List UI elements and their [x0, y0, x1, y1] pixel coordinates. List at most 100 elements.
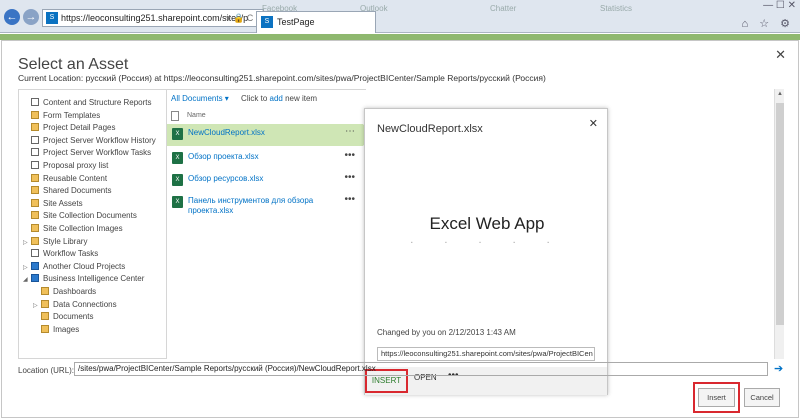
- tree-item-label: Site Collection Images: [43, 224, 123, 233]
- tree-item-label: Project Detail Pages: [43, 123, 116, 133]
- excel-file-icon: X: [172, 152, 183, 164]
- sharepoint-icon: S: [46, 12, 58, 24]
- expand-icon[interactable]: ◢: [23, 274, 31, 286]
- ghost-tab[interactable]: Chatter: [490, 2, 516, 16]
- tree-item[interactable]: Project Server Workflow History: [23, 135, 156, 147]
- list-icon: [31, 98, 39, 106]
- callout-title: NewCloudReport.xlsx: [377, 123, 483, 135]
- cancel-button[interactable]: Cancel: [744, 388, 780, 407]
- file-menu-icon[interactable]: •••: [344, 172, 355, 183]
- tree-item-label: Shared Documents: [43, 186, 112, 196]
- tree-item-label: Dashboards: [53, 287, 97, 296]
- file-list: All Documents ▾ Click to add new item Na…: [166, 89, 372, 359]
- scrollbar-thumb[interactable]: [776, 103, 784, 325]
- file-row[interactable]: X Обзор ресурсов.xlsx •••: [167, 170, 363, 192]
- tree-item[interactable]: Site Collection Documents: [23, 210, 137, 222]
- file-menu-icon[interactable]: ⋯: [345, 126, 355, 137]
- tree-item-label: Workflow Tasks: [43, 249, 99, 259]
- browser-toolbar-icons[interactable]: ⌂ ☆ ⚙: [742, 17, 794, 30]
- tree-item[interactable]: Site Collection Images: [23, 223, 123, 235]
- library-icon: [41, 299, 49, 308]
- ghost-tab[interactable]: Statistics: [600, 2, 632, 16]
- add-item-prefix: Click to: [241, 94, 270, 103]
- callout-url-field[interactable]: https://leoconsulting251.sharepoint.com/…: [377, 347, 595, 361]
- file-name-link[interactable]: Обзор проекта.xlsx: [188, 152, 328, 162]
- expand-icon[interactable]: ▷: [33, 300, 41, 312]
- select-asset-dialog: Select an Asset ✕ Current Location: русс…: [1, 40, 799, 418]
- close-icon[interactable]: ✕: [589, 117, 598, 130]
- library-icon: [41, 312, 49, 321]
- dialog-title: Select an Asset: [18, 56, 129, 73]
- close-icon[interactable]: ✕: [775, 47, 786, 63]
- expand-icon[interactable]: ▷: [23, 237, 31, 249]
- tree-item[interactable]: ▷ Another Cloud Projects: [23, 261, 125, 273]
- callout-changed-info: Changed by you on 2/12/2013 1:43 AM: [377, 328, 516, 337]
- tree-item[interactable]: ▷ Style Library: [23, 236, 87, 248]
- forward-button[interactable]: →: [23, 9, 39, 25]
- tab-testpage[interactable]: S TestPage: [256, 11, 376, 33]
- file-name-link[interactable]: NewCloudReport.xlsx: [188, 128, 328, 138]
- file-name-link[interactable]: Обзор ресурсов.xlsx: [188, 174, 328, 184]
- file-menu-icon[interactable]: •••: [344, 194, 355, 205]
- tree-item-label: Site Collection Documents: [43, 211, 137, 221]
- back-button[interactable]: ←: [4, 9, 20, 25]
- location-url-input[interactable]: /sites/pwa/ProjectBICenter/Sample Report…: [74, 362, 768, 376]
- tree-item[interactable]: Content and Structure Reports: [23, 97, 152, 109]
- tree-item-label: Business Intelligence Center: [43, 274, 145, 284]
- file-name-link[interactable]: Панель инструментов для обзора проекта.x…: [188, 196, 328, 216]
- site-tree: Content and Structure Reports Form Templa…: [18, 89, 166, 359]
- library-icon: [41, 287, 49, 295]
- address-bar[interactable]: S https://leoconsulting251.sharepoint.co…: [42, 9, 264, 27]
- library-icon: [31, 123, 39, 132]
- column-name-header[interactable]: Name: [187, 112, 206, 119]
- file-menu-icon[interactable]: •••: [344, 150, 355, 161]
- tree-item[interactable]: Dashboards: [33, 286, 96, 298]
- go-arrow-icon[interactable]: ➔: [774, 362, 783, 375]
- window-controls[interactable]: — ☐ ✕: [763, 0, 796, 11]
- insert-button[interactable]: Insert: [698, 388, 735, 407]
- file-type-column-icon: [171, 111, 179, 121]
- excel-file-icon: X: [172, 196, 183, 208]
- location-label: Location (URL):: [18, 366, 75, 375]
- library-icon: [41, 324, 49, 333]
- tree-item[interactable]: ◢ Business Intelligence Center: [23, 273, 144, 285]
- tree-item-label: Proposal proxy list: [43, 161, 109, 170]
- tree-item[interactable]: Form Templates: [23, 110, 100, 122]
- add-item-link[interactable]: add: [270, 94, 283, 103]
- tree-item[interactable]: Project Server Workflow Tasks: [23, 147, 151, 159]
- tree-item[interactable]: Reusable Content: [23, 173, 107, 185]
- excel-file-icon: X: [172, 174, 183, 186]
- tree-item[interactable]: Workflow Tasks: [23, 248, 98, 260]
- sharepoint-icon: S: [261, 16, 273, 28]
- library-icon: [31, 198, 39, 207]
- tree-item-label: Style Library: [43, 236, 88, 246]
- view-selector[interactable]: All Documents ▾: [171, 94, 229, 103]
- library-icon: [31, 211, 39, 220]
- site-icon: [31, 274, 39, 283]
- vertical-scrollbar[interactable]: ▲: [774, 89, 784, 359]
- tree-item-label: Project Server Workflow Tasks: [43, 148, 152, 158]
- site-icon: [31, 261, 39, 270]
- tree-item[interactable]: Documents: [33, 311, 93, 323]
- tree-item[interactable]: Shared Documents: [23, 185, 111, 197]
- library-icon: [31, 236, 39, 245]
- file-row[interactable]: X Обзор проекта.xlsx •••: [167, 148, 363, 170]
- file-callout: NewCloudReport.xlsx ✕ Excel Web App . . …: [364, 108, 608, 395]
- browser-chrome: ← → S https://leoconsulting251.sharepoin…: [0, 0, 800, 33]
- library-icon: [31, 110, 39, 119]
- file-row[interactable]: X Панель инструментов для обзора проекта.…: [167, 192, 363, 218]
- file-list-header: All Documents ▾ Click to add new item: [171, 94, 317, 103]
- scroll-up-icon[interactable]: ▲: [775, 91, 785, 101]
- expand-icon[interactable]: ▷: [23, 262, 31, 274]
- file-row[interactable]: X NewCloudReport.xlsx ⋯: [167, 124, 372, 146]
- list-icon: [31, 135, 39, 144]
- tree-item-label: Form Templates: [43, 110, 101, 120]
- tree-item[interactable]: Site Assets: [23, 198, 83, 210]
- tree-item-label: Reusable Content: [43, 173, 108, 183]
- tree-item[interactable]: Project Detail Pages: [23, 122, 115, 134]
- tree-item[interactable]: Images: [33, 324, 79, 336]
- tree-item-label: Another Cloud Projects: [43, 261, 126, 271]
- excel-file-icon: X: [172, 128, 183, 140]
- tree-item[interactable]: ▷ Data Connections: [33, 299, 117, 311]
- tree-item[interactable]: Proposal proxy list: [23, 160, 108, 172]
